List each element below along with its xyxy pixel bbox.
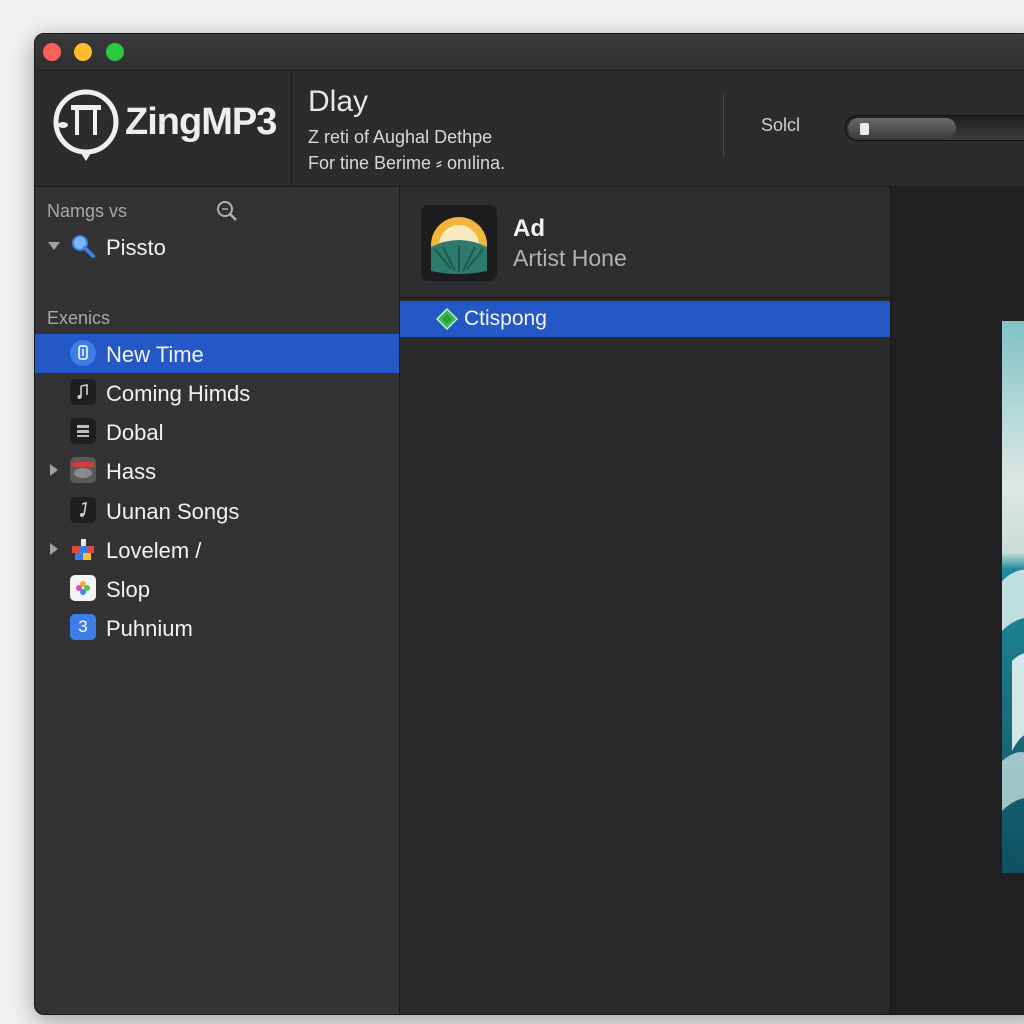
- content-pane: Ad Artist Hone Ctispong: [400, 187, 891, 1014]
- chevron-down-icon[interactable]: [47, 239, 61, 253]
- colorful-blocks-icon: [70, 536, 96, 562]
- header-bar: ZingMP3 Dlay Z reti of Aughal Dethpe For…: [35, 71, 1024, 187]
- sidebar-item-label: Dobal: [106, 420, 164, 445]
- photos-icon: [70, 575, 96, 601]
- magnifier-icon: [72, 235, 96, 259]
- sidebar-heading: Namgs vs: [47, 201, 128, 221]
- search-icon[interactable]: [215, 199, 239, 223]
- sidebar-item-label: Lovelem /: [106, 538, 202, 563]
- close-button[interactable]: [43, 43, 61, 61]
- sidebar-item-label: Hass: [106, 459, 157, 484]
- preview-pane: [891, 187, 1024, 1014]
- app-logo: ZingMP3: [35, 71, 292, 186]
- library-icon: [70, 340, 96, 366]
- sidebar-item-coming-himds[interactable]: Coming Himds: [35, 373, 399, 412]
- sidebar-item-slop[interactable]: Slop: [35, 569, 399, 608]
- number-badge-icon: 3: [70, 614, 96, 640]
- green-diamond-icon: [436, 308, 458, 330]
- app-name: ZingMP3: [125, 101, 277, 143]
- sidebar-section-label: Exenics: [47, 308, 111, 328]
- artist-header: Ad Artist Hone: [400, 187, 890, 298]
- sidebar-item-label: Coming Himds: [106, 381, 251, 406]
- zoom-button[interactable]: [106, 43, 124, 61]
- sidebar-item-new-time[interactable]: New Time: [35, 334, 399, 373]
- solo-label: Solcl: [761, 115, 801, 135]
- sidebar-item-label: New Time: [106, 342, 204, 367]
- now-playing-line1: Z reti of Aughal Dethpe: [308, 127, 493, 147]
- chevron-right-icon[interactable]: [47, 463, 61, 477]
- sidebar-item-dobal[interactable]: Dobal: [35, 412, 399, 451]
- now-playing-title: Dlay: [308, 85, 369, 118]
- sidebar: Namgs vs Pissto Exenics New Time Coming …: [35, 187, 400, 1014]
- app-window: ZingMP3 Dlay Z reti of Aughal Dethpe For…: [34, 33, 1024, 1015]
- grid-icon: [70, 418, 96, 444]
- logo-icon: [53, 89, 119, 161]
- list-item-label: Ctispong: [464, 307, 547, 330]
- sidebar-item-uunan-songs[interactable]: Uunan Songs: [35, 491, 399, 530]
- list-item[interactable]: Ctispong: [400, 301, 890, 337]
- sidebar-item-puhnium[interactable]: 3 Puhnium: [35, 608, 399, 647]
- sidebar-item-label: Pissto: [106, 235, 166, 260]
- sidebar-item-lovelem[interactable]: Lovelem /: [35, 530, 399, 569]
- music-note-icon: [70, 379, 96, 405]
- sidebar-item-label: Slop: [106, 577, 151, 602]
- sidebar-item-pissto[interactable]: Pissto: [35, 227, 399, 266]
- music-note-icon: [70, 497, 96, 523]
- volume-slider-knob[interactable]: [860, 123, 869, 135]
- volume-slider[interactable]: [845, 115, 1024, 141]
- header-divider: [723, 93, 724, 157]
- ocean-wave-image: [1002, 321, 1024, 873]
- artist-name: Ad: [513, 215, 545, 242]
- now-playing-line2: For tine Berime ⸗ onılina.: [308, 153, 506, 173]
- minimize-button[interactable]: [74, 43, 92, 61]
- title-bar: [35, 34, 1024, 71]
- artist-subtitle[interactable]: Artist Hone: [513, 245, 627, 272]
- sidebar-item-hass[interactable]: Hass: [35, 451, 399, 490]
- sidebar-item-label: Puhnium: [106, 616, 193, 641]
- red-drive-icon: [70, 457, 96, 483]
- sunrise-art-icon[interactable]: [421, 205, 497, 281]
- chevron-right-icon[interactable]: [47, 542, 61, 556]
- sidebar-item-label: Uunan Songs: [106, 499, 240, 524]
